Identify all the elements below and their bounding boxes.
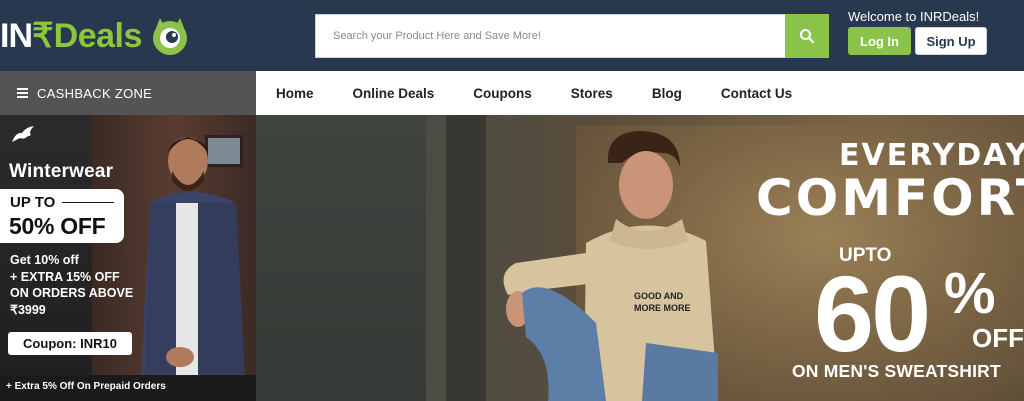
- nav-item-home[interactable]: Home: [276, 86, 314, 101]
- hoodie-print-text-2: MORE MORE: [634, 303, 691, 313]
- banner-background: [256, 115, 426, 401]
- hero-percent-sign: %: [944, 261, 996, 326]
- hero-off-label: OFF: [972, 323, 1024, 353]
- signup-button[interactable]: Sign Up: [915, 27, 987, 55]
- logo-deals-text: Deals: [53, 16, 143, 55]
- upto-label: UP TO: [10, 194, 56, 211]
- search-icon: [800, 29, 815, 44]
- offer-details: Get 10% off + EXTRA 15% OFF ON ORDERS AB…: [10, 252, 133, 318]
- promo-title: Winterwear: [9, 161, 114, 182]
- discount-value: 50% OFF: [9, 213, 106, 239]
- offer-line: + EXTRA 15% OFF: [10, 269, 120, 284]
- cashback-zone-menu[interactable]: CASHBACK ZONE: [0, 71, 256, 115]
- search-input[interactable]: [316, 15, 786, 57]
- mascot-icon: [152, 18, 187, 55]
- search-bar: [315, 14, 829, 58]
- nav-item-online-deals[interactable]: Online Deals: [353, 86, 435, 101]
- hero-tagline: ON MEN'S SWEATSHIRT: [792, 361, 1001, 381]
- divider-line: [62, 202, 114, 203]
- coupon-code-badge: Coupon: INR10: [8, 332, 132, 355]
- hoodie-print-text: GOOD AND: [634, 291, 684, 301]
- hero-discount-number: 60: [814, 253, 931, 374]
- offer-line: ON ORDERS ABOVE: [10, 286, 134, 300]
- prepaid-offer-text: + Extra 5% Off On Prepaid Orders: [6, 381, 166, 392]
- nav-item-coupons[interactable]: Coupons: [473, 86, 532, 101]
- site-logo[interactable]: IN ₹ Deals: [0, 11, 192, 61]
- nav-item-contact-us[interactable]: Contact Us: [721, 86, 792, 101]
- model-image: [140, 137, 246, 401]
- winterwear-promo-banner[interactable]: Winterwear UP TO 50% OFF Get 10% off + E…: [0, 115, 256, 401]
- sweatshirt-hero-banner[interactable]: GOOD AND MORE MORE EVERYDAY COMFORT UPTO…: [256, 115, 1024, 401]
- site-header: IN ₹ Deals Welcome to INRDeals! Log In S…: [0, 0, 1024, 71]
- puma-logo-icon: [12, 126, 34, 142]
- logo-in-text: IN: [0, 16, 33, 55]
- discount-box: UP TO 50% OFF: [0, 189, 124, 243]
- offer-line: ₹3999: [10, 302, 46, 317]
- hero-headline-line2: COMFORT: [756, 169, 1024, 227]
- nav-item-blog[interactable]: Blog: [652, 86, 682, 101]
- welcome-text: Welcome to INRDeals!: [848, 9, 980, 24]
- search-button[interactable]: [785, 14, 829, 58]
- logo-rupee-text: ₹: [32, 17, 54, 55]
- hamburger-icon: [17, 86, 28, 100]
- cashback-zone-label: CASHBACK ZONE: [37, 85, 153, 101]
- login-button[interactable]: Log In: [848, 27, 911, 55]
- main-nav: Home Online Deals Coupons Stores Blog Co…: [256, 71, 1024, 115]
- model-image: GOOD AND MORE MORE: [503, 131, 718, 401]
- nav-item-stores[interactable]: Stores: [571, 86, 613, 101]
- hero-headline-line1: EVERYDAY: [839, 138, 1024, 173]
- offer-line: Get 10% off: [10, 253, 79, 267]
